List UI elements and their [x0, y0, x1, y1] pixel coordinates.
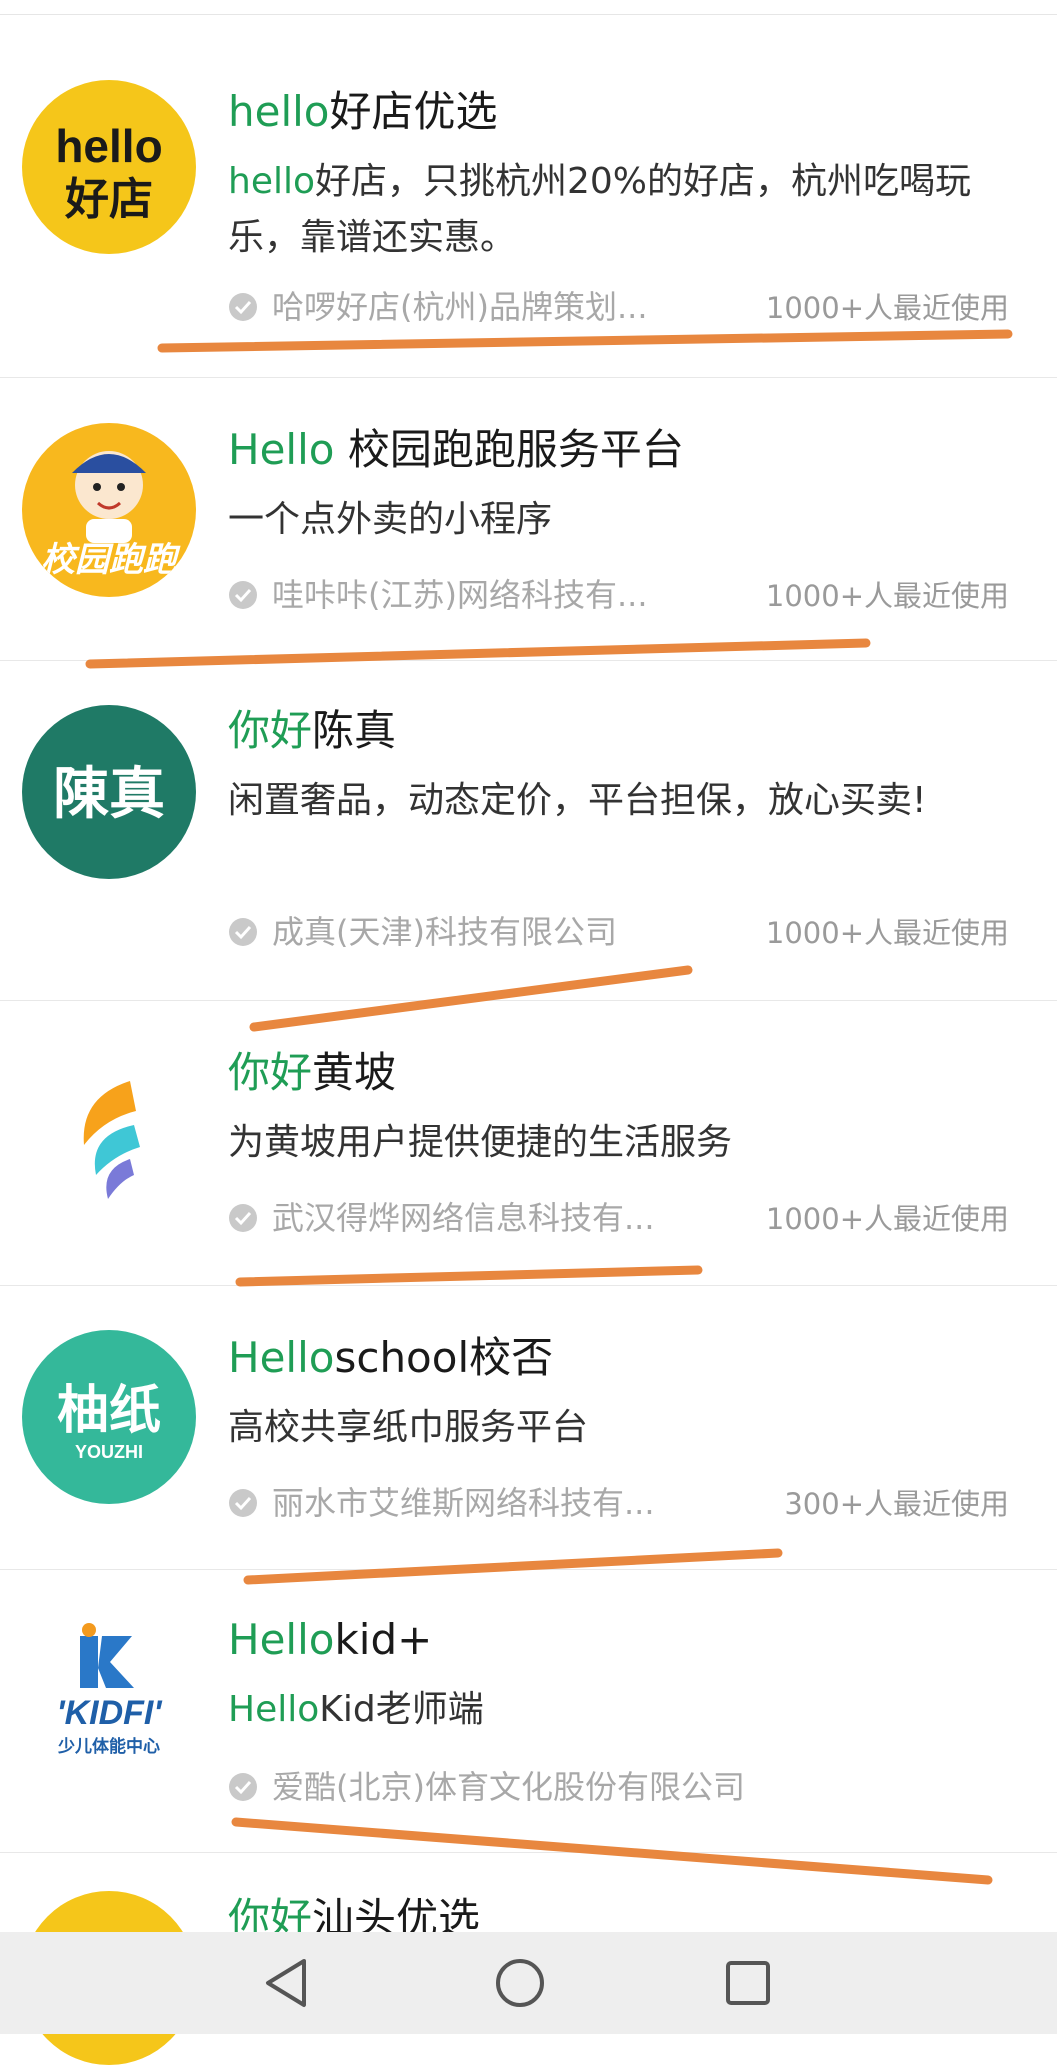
item-title[interactable]: 你好陈真 — [228, 703, 1027, 759]
list-item[interactable]: 校园跑跑 Hello 校园跑跑服务平台 一个点外卖的小程序 哇咔咔(江苏)网络科… — [0, 378, 1057, 661]
company-name: 丽水市艾维斯网络科技有... — [272, 1484, 655, 1522]
company-name: 武汉得烨网络信息科技有... — [272, 1199, 655, 1237]
usage-count: 1000+人最近使用 — [765, 1202, 1009, 1236]
back-triangle-icon[interactable] — [254, 1951, 318, 2015]
list-item[interactable]: 你好黄坡 为黄坡用户提供便捷的生活服务 武汉得烨网络信息科技有... 1000+… — [0, 1001, 1057, 1286]
logo-text: hello — [55, 120, 162, 172]
logo-text: 少儿体能中心 — [57, 1736, 160, 1757]
logo-text: 'KIDFI' — [57, 1694, 164, 1732]
verified-badge-icon — [229, 1773, 257, 1801]
usage-count: 1000+人最近使用 — [765, 291, 1009, 325]
company-name: 哈啰好店(杭州)品牌策划... — [272, 288, 648, 326]
company-name: 哇咔咔(江苏)网络科技有... — [272, 576, 648, 614]
item-title[interactable]: Helloschool校否 — [228, 1330, 1027, 1386]
item-description: HelloKid老师端 — [228, 1689, 484, 1730]
verified-badge-icon — [229, 918, 257, 946]
verified-badge-icon — [229, 581, 257, 609]
campus-paopao-logo: 校园跑跑 — [22, 423, 196, 597]
company-name: 成真(天津)科技有限公司 — [272, 913, 617, 951]
logo-text: YOUZHI — [75, 1442, 143, 1462]
item-meta: 爱酷(北京)体育文化股份有限公司 — [228, 1764, 1027, 1810]
usage-count: 1000+人最近使用 — [765, 916, 1009, 950]
item-title[interactable]: hello好店优选 — [228, 84, 1027, 140]
list-item[interactable]: 陳真 你好陈真 闲置奢品，动态定价，平台担保，放心买卖! 成真(天津)科技有限公… — [0, 661, 1057, 1001]
item-meta: 哈啰好店(杭州)品牌策划... 1000+人最近使用 — [228, 284, 1027, 330]
list-item[interactable]: 'KIDFI' 少儿体能中心 Hellokid+ HelloKid老师端 爱酷(… — [0, 1570, 1057, 1853]
logo-text: 柚纸 — [57, 1381, 161, 1441]
verified-badge-icon — [229, 1489, 257, 1517]
item-description: 为黄坡用户提供便捷的生活服务 — [228, 1122, 733, 1163]
item-meta: 武汉得烨网络信息科技有... 1000+人最近使用 — [228, 1195, 1027, 1241]
list-item[interactable]: 柚纸 YOUZHI Helloschool校否 高校共享纸巾服务平台 丽水市艾维… — [0, 1286, 1057, 1570]
item-meta: 成真(天津)科技有限公司 1000+人最近使用 — [228, 909, 1027, 955]
item-description: 闲置奢品，动态定价，平台担保，放心买卖! — [228, 780, 927, 821]
usage-count: 1000+人最近使用 — [765, 579, 1009, 613]
item-meta: 丽水市艾维斯网络科技有... 300+人最近使用 — [228, 1480, 1027, 1526]
logo-text: 校园跑跑 — [41, 540, 181, 580]
company-name: 爱酷(北京)体育文化股份有限公司 — [272, 1768, 745, 1806]
verified-badge-icon — [229, 1204, 257, 1232]
logo-text: 陳真 — [53, 762, 165, 827]
item-meta: 哇咔咔(江苏)网络科技有... 1000+人最近使用 — [228, 572, 1027, 618]
huangpo-logo — [22, 1047, 196, 1221]
item-title[interactable]: Hello 校园跑跑服务平台 — [228, 422, 1027, 478]
top-divider — [0, 14, 1057, 15]
mini-program-results-list: hello 好店 hello好店优选 hello好店，只挑杭州20%的好店，杭州… — [0, 38, 1057, 2065]
chenzhen-logo: 陳真 — [22, 705, 196, 879]
home-circle-icon[interactable] — [488, 1951, 552, 2015]
kidfi-logo: 'KIDFI' 少儿体能中心 — [22, 1612, 196, 1786]
recents-square-icon[interactable] — [716, 1951, 780, 2015]
item-description: 一个点外卖的小程序 — [228, 499, 553, 540]
item-description: 高校共享纸巾服务平台 — [228, 1407, 589, 1448]
item-title[interactable]: 你好黄坡 — [228, 1045, 1027, 1101]
logo-text: 好店 — [64, 174, 153, 225]
verified-badge-icon — [229, 293, 257, 321]
item-title[interactable]: Hellokid+ — [228, 1612, 1027, 1668]
usage-count: 300+人最近使用 — [784, 1487, 1009, 1521]
youzhi-logo: 柚纸 YOUZHI — [22, 1330, 196, 1504]
item-description: hello好店，只挑杭州20%的好店，杭州吃喝玩乐，靠谱还实惠。 — [228, 161, 972, 258]
list-item[interactable]: hello 好店 hello好店优选 hello好店，只挑杭州20%的好店，杭州… — [0, 38, 1057, 378]
system-nav-bar — [0, 1932, 1057, 2034]
hello-haodian-logo: hello 好店 — [22, 80, 196, 254]
